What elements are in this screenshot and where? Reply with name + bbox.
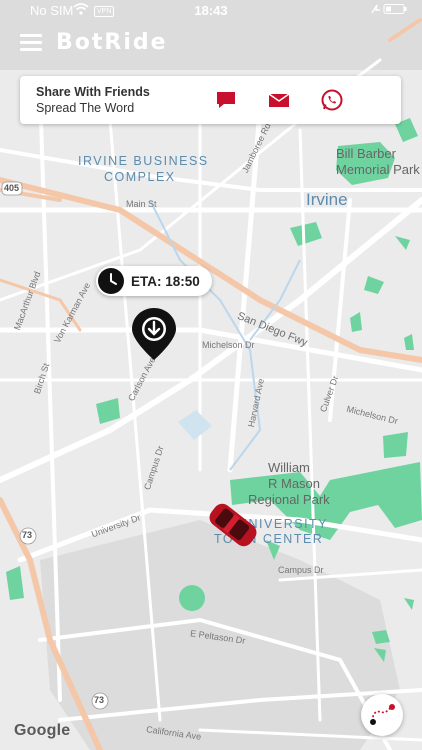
map-label-campus-2: Campus Dr (278, 565, 324, 575)
car-icon (200, 496, 266, 554)
clock-icon (98, 268, 124, 294)
highway-73-label-2: 73 (94, 695, 105, 705)
email-icon[interactable] (267, 88, 291, 112)
map-label-irvine: Irvine (306, 190, 348, 209)
map-label-mason: R Mason (268, 476, 321, 491)
share-card: Share With Friends Spread The Word (20, 76, 401, 124)
share-card-subtitle: Spread The Word (36, 101, 135, 115)
route-button[interactable] (361, 694, 403, 736)
map-label-bill-barber: Bill Barber (336, 146, 396, 161)
status-bar: No SIM VPN 18:43 (0, 0, 422, 22)
top-bar: BotRide (0, 28, 422, 58)
map-label-memorial-park: Memorial Park (336, 162, 420, 177)
destination-pin-icon[interactable] (130, 306, 178, 362)
map-label-william: William (268, 460, 310, 475)
eta-text: ETA: 18:50 (131, 274, 200, 289)
share-card-title: Share With Friends (36, 85, 150, 99)
eta-pill: ETA: 18:50 (96, 266, 212, 296)
highway-73-label: 73 (22, 530, 33, 540)
menu-icon[interactable] (20, 34, 42, 52)
map-label-irvine-business: IRVINE BUSINESS (78, 154, 209, 168)
status-time: 18:43 (194, 3, 228, 18)
google-attribution: Google (14, 722, 71, 739)
map-label-complex: COMPLEX (104, 170, 176, 184)
map-label-main-st: Main St (126, 199, 157, 209)
highway-405-label: 405 (4, 183, 20, 193)
whatsapp-icon[interactable] (320, 88, 344, 112)
map-label-michelson: Michelson Dr (202, 340, 255, 350)
route-icon (370, 704, 395, 725)
battery-icon (368, 3, 408, 18)
sms-icon[interactable] (214, 88, 238, 112)
app-logo: BotRide (56, 30, 168, 55)
